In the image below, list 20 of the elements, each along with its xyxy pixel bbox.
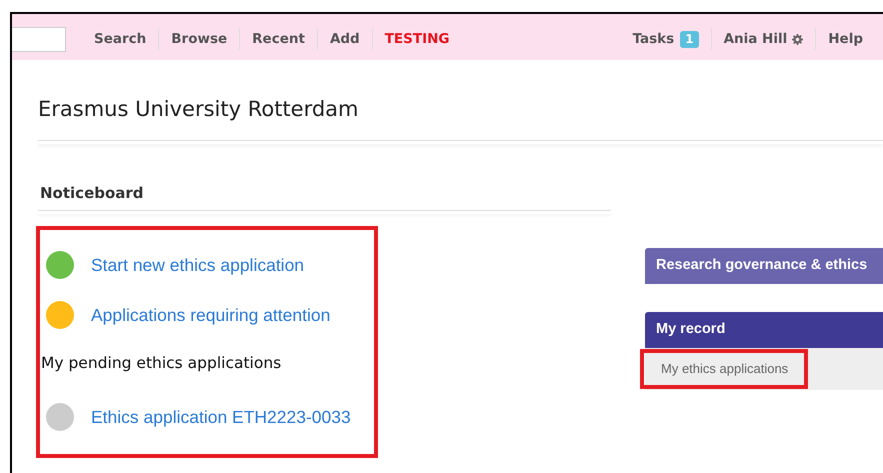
ethics-link[interactable]: Applications requiring attention	[91, 302, 330, 328]
nav-link[interactable]: Add	[318, 28, 373, 50]
tasks-link[interactable]: Tasks 1	[620, 28, 712, 50]
page-title: Erasmus University Rotterdam	[38, 96, 360, 123]
list-link[interactable]: My ethics applications	[640, 349, 808, 389]
search-field[interactable]	[12, 26, 66, 52]
panel-header[interactable]: My record	[645, 312, 883, 348]
ethics-link[interactable]: Ethics application ETH2223-0033	[91, 404, 351, 430]
nav-link[interactable]: Search	[82, 28, 160, 50]
help-link[interactable]: Help	[816, 28, 875, 50]
testing-label: TESTING	[384, 30, 450, 49]
nav-link[interactable]: Browse	[159, 28, 240, 50]
user-menu-link[interactable]: Ania Hill	[724, 28, 788, 50]
nav-link[interactable]: Recent	[240, 28, 318, 50]
section-title: Noticeboard	[40, 182, 145, 204]
panel-header[interactable]: Research governance & ethics	[645, 248, 883, 284]
settings-icon[interactable]	[792, 34, 804, 44]
ethics-link[interactable]: Start new ethics application	[91, 252, 304, 278]
task-count-badge: 1	[680, 30, 699, 48]
subheading: My pending ethics applications	[41, 353, 282, 374]
